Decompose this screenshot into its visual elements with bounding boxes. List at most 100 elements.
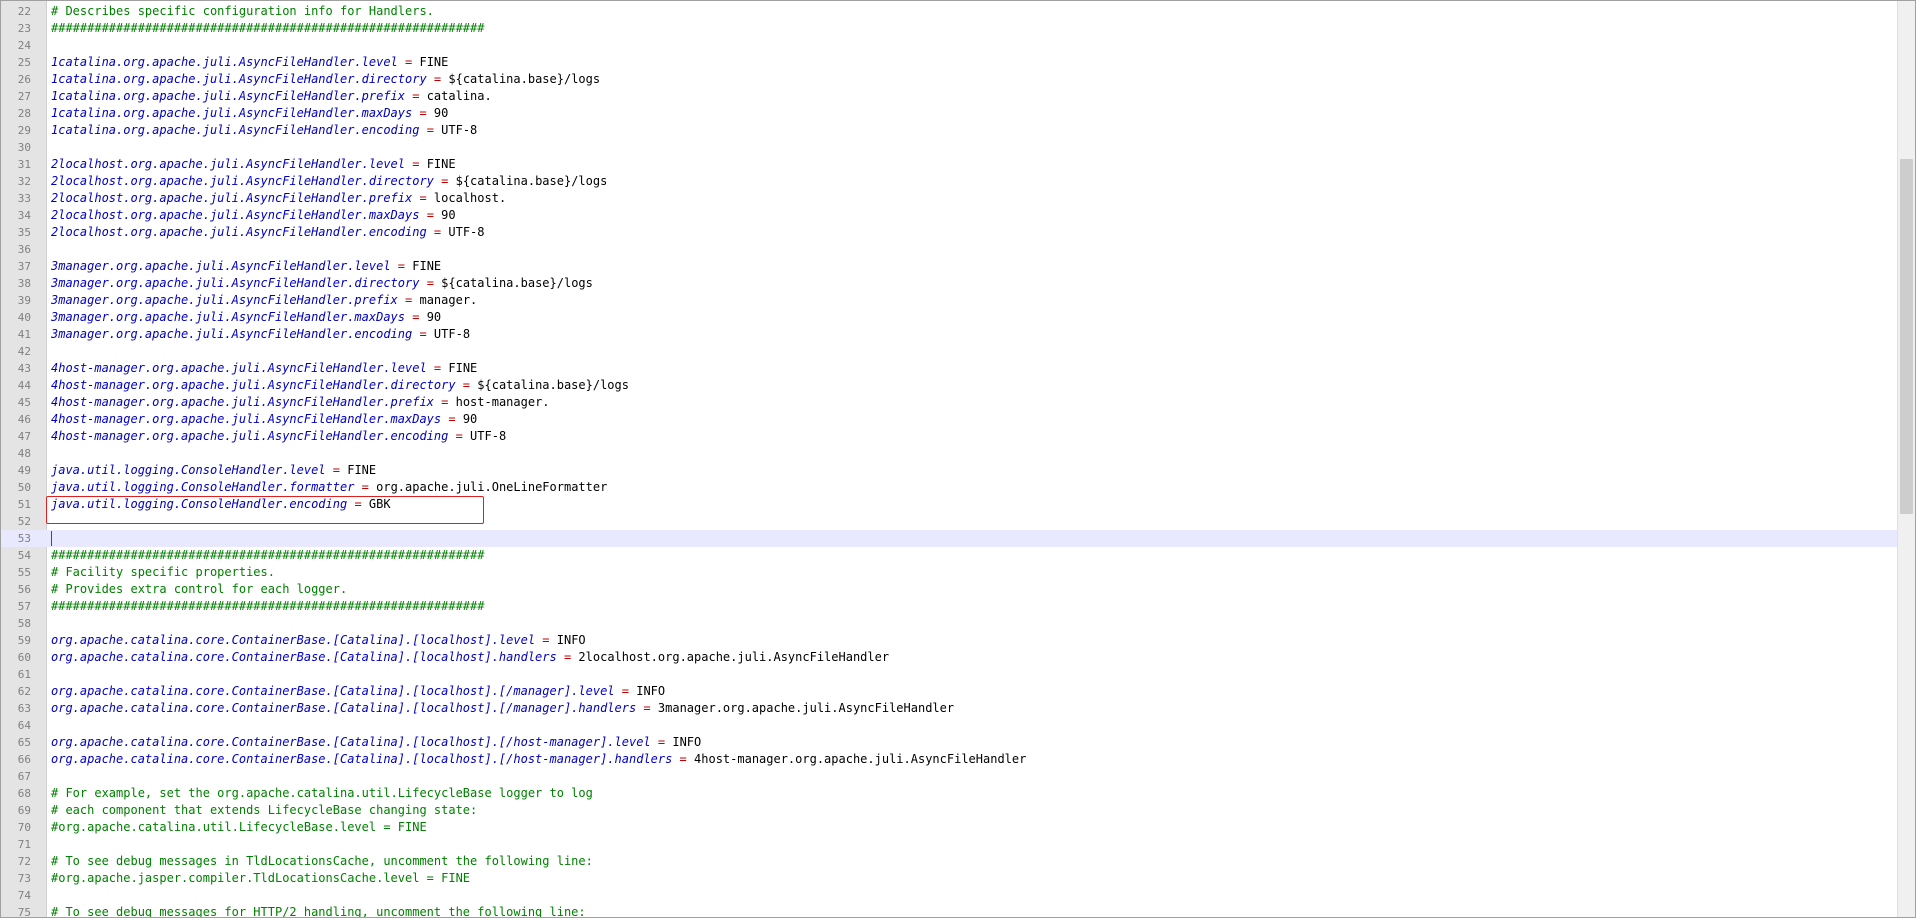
property-value: UTF-8 <box>470 429 507 443</box>
line-number: 59 <box>17 634 31 647</box>
vertical-scrollbar[interactable] <box>1897 1 1915 917</box>
code-line[interactable]: 52 <box>1 513 1897 530</box>
code-line-current[interactable]: 53 <box>1 530 1897 547</box>
code-line[interactable]: 30 <box>1 139 1897 156</box>
code-line[interactable]: 27 1catalina.org.apache.juli.AsyncFileHan… <box>1 88 1897 105</box>
code-line[interactable]: 25 1catalina.org.apache.juli.AsyncFileHan… <box>1 54 1897 71</box>
line-content: java.util.logging.ConsoleHandler.level =… <box>51 462 376 479</box>
line-number: 28 <box>17 107 31 120</box>
code-line[interactable]: 45 4host-manager.org.apache.juli.AsyncFil… <box>1 394 1897 411</box>
code-line[interactable]: 71 <box>1 836 1897 853</box>
code-line[interactable]: 62 org.apache.catalina.core.ContainerBase… <box>1 683 1897 700</box>
code-line[interactable]: 70 #org.apache.catalina.util.LifecycleBas… <box>1 819 1897 836</box>
line-content: # each component that extends LifecycleB… <box>51 802 477 819</box>
property-value: 90 <box>426 310 442 324</box>
code-line[interactable]: 75 # To see debug messages for HTTP/2 han… <box>1 904 1897 917</box>
comment-text: ########################################… <box>51 548 485 562</box>
line-number: 51 <box>17 498 31 511</box>
code-line[interactable]: 65 org.apache.catalina.core.ContainerBase… <box>1 734 1897 751</box>
line-content: 4host-manager.org.apache.juli.AsyncFileH… <box>51 377 629 394</box>
code-line[interactable]: 50 java.util.logging.ConsoleHandler.forma… <box>1 479 1897 496</box>
line-number: 56 <box>17 583 31 596</box>
line-number: 22 <box>17 5 31 18</box>
line-number: 72 <box>17 855 31 868</box>
line-number: 52 <box>17 515 31 528</box>
code-line[interactable]: 47 4host-manager.org.apache.juli.AsyncFil… <box>1 428 1897 445</box>
property-value: ${catalina.base}/logs <box>455 174 608 188</box>
code-line[interactable]: 35 2localhost.org.apache.juli.AsyncFileHa… <box>1 224 1897 241</box>
line-number: 50 <box>17 481 31 494</box>
code-line[interactable]: 40 3manager.org.apache.juli.AsyncFileHand… <box>1 309 1897 326</box>
code-line[interactable]: 38 3manager.org.apache.juli.AsyncFileHand… <box>1 275 1897 292</box>
code-line[interactable]: 34 2localhost.org.apache.juli.AsyncFileHa… <box>1 207 1897 224</box>
property-key: 1catalina.org.apache.juli.AsyncFileHandl… <box>51 106 413 120</box>
property-key: 1catalina.org.apache.juli.AsyncFileHandl… <box>51 55 398 69</box>
code-line[interactable]: 59 org.apache.catalina.core.ContainerBase… <box>1 632 1897 649</box>
code-line[interactable]: 72 # To see debug messages in TldLocation… <box>1 853 1897 870</box>
code-line[interactable]: 28 1catalina.org.apache.juli.AsyncFileHan… <box>1 105 1897 122</box>
line-content: 1catalina.org.apache.juli.AsyncFileHandl… <box>51 122 477 139</box>
code-line[interactable]: 55 # Facility specific properties. <box>1 564 1897 581</box>
line-number: 38 <box>17 277 31 290</box>
code-line[interactable]: 48 <box>1 445 1897 462</box>
code-line[interactable]: 73 #org.apache.jasper.compiler.TldLocatio… <box>1 870 1897 887</box>
line-number: 32 <box>17 175 31 188</box>
code-line[interactable]: 66 org.apache.catalina.core.ContainerBase… <box>1 751 1897 768</box>
code-line[interactable]: 51 java.util.logging.ConsoleHandler.encod… <box>1 496 1897 513</box>
code-line[interactable]: 29 1catalina.org.apache.juli.AsyncFileHan… <box>1 122 1897 139</box>
code-line[interactable]: 64 <box>1 717 1897 734</box>
text-editor[interactable]: 22 # Describes specific configuration inf… <box>0 0 1916 918</box>
code-line[interactable]: 37 3manager.org.apache.juli.AsyncFileHand… <box>1 258 1897 275</box>
property-value: FINE <box>412 259 442 273</box>
property-key: org.apache.catalina.core.ContainerBase.[… <box>51 650 557 664</box>
line-number: 37 <box>17 260 31 273</box>
property-value: 90 <box>441 208 456 222</box>
property-key: 2localhost.org.apache.juli.AsyncFileHand… <box>51 208 420 222</box>
code-line[interactable]: 68 # For example, set the org.apache.cata… <box>1 785 1897 802</box>
code-line[interactable]: 49 java.util.logging.ConsoleHandler.level… <box>1 462 1897 479</box>
scrollbar-thumb[interactable] <box>1900 159 1913 514</box>
code-line[interactable]: 33 2localhost.org.apache.juli.AsyncFileHa… <box>1 190 1897 207</box>
assignment-operator: = <box>441 412 463 426</box>
property-value: 90 <box>433 106 449 120</box>
code-line[interactable]: 31 2localhost.org.apache.juli.AsyncFileHa… <box>1 156 1897 173</box>
code-line[interactable]: 61 <box>1 666 1897 683</box>
code-line[interactable]: 58 <box>1 615 1897 632</box>
code-line[interactable]: 36 <box>1 241 1897 258</box>
property-value: 4host-manager.org.apache.juli.AsyncFileH… <box>694 752 1027 766</box>
code-line[interactable]: 69 # each component that extends Lifecycl… <box>1 802 1897 819</box>
line-number: 31 <box>17 158 31 171</box>
property-value: 90 <box>462 412 478 426</box>
assignment-operator: = <box>433 174 456 188</box>
code-line[interactable]: 63 org.apache.catalina.core.ContainerBase… <box>1 700 1897 717</box>
code-line[interactable]: 56 # Provides extra control for each logg… <box>1 581 1897 598</box>
line-number: 47 <box>17 430 31 443</box>
comment-text: # each component that extends LifecycleB… <box>51 803 478 817</box>
code-area[interactable]: 22 # Describes specific configuration inf… <box>1 3 1897 917</box>
property-value: manager. <box>419 293 478 307</box>
line-number: 40 <box>17 311 31 324</box>
property-key: 4host-manager.org.apache.juli.AsyncFileH… <box>51 412 442 426</box>
code-line[interactable]: 67 <box>1 768 1897 785</box>
assignment-operator: = <box>325 463 348 477</box>
code-line[interactable]: 74 <box>1 887 1897 904</box>
line-content: 4host-manager.org.apache.juli.AsyncFileH… <box>51 411 477 428</box>
assignment-operator: = <box>614 684 637 698</box>
property-value: UTF-8 <box>441 123 478 137</box>
line-number: 65 <box>17 736 31 749</box>
code-line[interactable]: 26 1catalina.org.apache.juli.AsyncFileHan… <box>1 71 1897 88</box>
code-line[interactable]: 22 # Describes specific configuration inf… <box>1 3 1897 20</box>
code-line[interactable]: 41 3manager.org.apache.juli.AsyncFileHand… <box>1 326 1897 343</box>
code-line[interactable]: 46 4host-manager.org.apache.juli.AsyncFil… <box>1 411 1897 428</box>
code-line[interactable]: 43 4host-manager.org.apache.juli.AsyncFil… <box>1 360 1897 377</box>
code-line[interactable]: 60 org.apache.catalina.core.ContainerBase… <box>1 649 1897 666</box>
assignment-operator: = <box>405 89 427 103</box>
code-line[interactable]: 39 3manager.org.apache.juli.AsyncFileHand… <box>1 292 1897 309</box>
code-line[interactable]: 32 2localhost.org.apache.juli.AsyncFileHa… <box>1 173 1897 190</box>
code-line[interactable]: 24 <box>1 37 1897 54</box>
code-line[interactable]: 42 <box>1 343 1897 360</box>
code-line[interactable]: 57 ######################################… <box>1 598 1897 615</box>
code-line[interactable]: 44 4host-manager.org.apache.juli.AsyncFil… <box>1 377 1897 394</box>
code-line[interactable]: 54 ######################################… <box>1 547 1897 564</box>
code-line[interactable]: 23 ######################################… <box>1 20 1897 37</box>
